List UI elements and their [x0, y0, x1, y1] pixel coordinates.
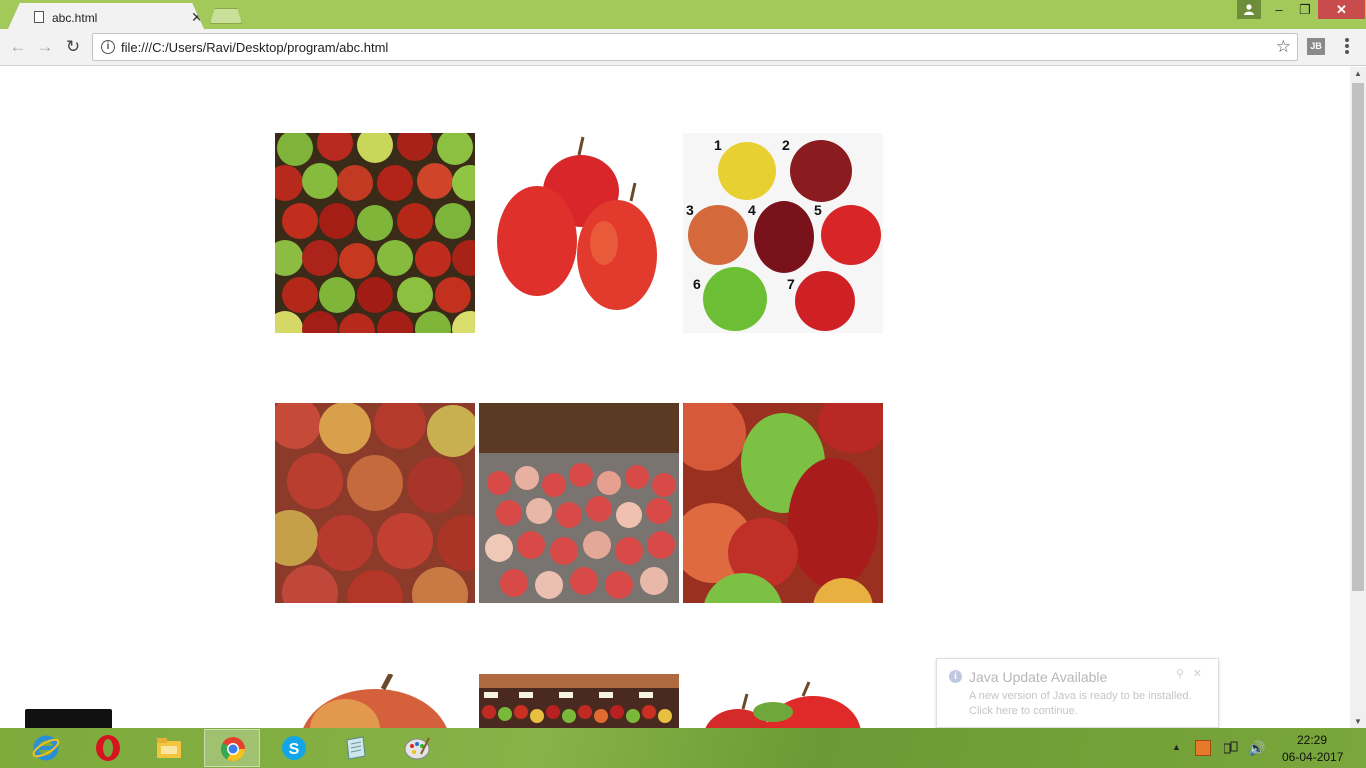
tab-close-icon[interactable]: ✕ — [191, 9, 203, 26]
clock-date[interactable]: 06-04-2017 — [1282, 750, 1343, 764]
close-window-button[interactable]: ✕ — [1318, 0, 1365, 19]
apple-label-4: 4 — [748, 202, 756, 218]
notification-link[interactable]: Click here to continue. — [969, 705, 1078, 717]
paint-icon[interactable] — [389, 729, 445, 767]
browser-tab[interactable]: abc.html ✕ — [8, 3, 204, 29]
reload-button[interactable]: ↻ — [63, 37, 83, 57]
apple-photo-4 — [275, 403, 475, 603]
scroll-thumb[interactable] — [1352, 83, 1364, 591]
tab-title: abc.html — [52, 11, 98, 25]
page-scrollbar[interactable]: ▲ ▼ — [1350, 67, 1366, 728]
apple-label-5: 5 — [814, 202, 822, 218]
back-button[interactable]: ← — [8, 37, 28, 57]
page-content: 1 2 3 4 5 6 7 i Java Update Available A … — [0, 67, 1350, 728]
forward-button[interactable]: → — [35, 37, 55, 57]
chrome-menu-icon[interactable] — [1340, 36, 1354, 56]
overlay-toolbar[interactable] — [25, 709, 112, 728]
windows-taskbar: S — [0, 728, 1366, 768]
file-explorer-icon[interactable] — [141, 729, 197, 767]
volume-icon[interactable]: 🔊 — [1248, 740, 1265, 757]
network-icon[interactable] — [1224, 741, 1238, 755]
skype-icon[interactable]: S — [266, 729, 322, 767]
chrome-icon[interactable] — [204, 729, 260, 767]
pin-icon[interactable]: ⚲ — [1176, 667, 1184, 680]
internet-explorer-icon[interactable] — [18, 729, 74, 767]
show-hidden-icons-chevron-icon[interactable]: ▲ — [1172, 742, 1181, 752]
url-text[interactable]: file:///C:/Users/Ravi/Desktop/program/ab… — [121, 40, 388, 55]
notes-app-icon[interactable] — [327, 729, 383, 767]
scroll-down-arrow[interactable]: ▼ — [1350, 717, 1366, 726]
apple-photo-6 — [683, 403, 883, 603]
java-tray-icon[interactable] — [1195, 740, 1211, 756]
title-bar: abc.html ✕ – ❐ ✕ — [0, 0, 1366, 29]
apple-photo-9 — [683, 674, 883, 728]
minimize-button[interactable]: – — [1266, 0, 1292, 19]
person-icon — [1244, 4, 1254, 15]
apple-photo-1 — [275, 133, 475, 333]
apple-label-6: 6 — [693, 276, 701, 292]
browser-toolbar: ← → ↻ i file:///C:/Users/Ravi/Desktop/pr… — [0, 29, 1366, 66]
apple-photo-7 — [275, 674, 475, 728]
apple-varieties-photo: 1 2 3 4 5 6 7 — [683, 133, 883, 333]
svg-text:S: S — [289, 741, 300, 758]
apple-store-photo — [479, 674, 679, 728]
address-bar[interactable]: i file:///C:/Users/Ravi/Desktop/program/… — [92, 33, 1298, 61]
apple-label-2: 2 — [782, 137, 790, 153]
apple-photo-2 — [479, 133, 679, 333]
apple-label-1: 1 — [714, 137, 722, 153]
document-icon — [34, 11, 44, 23]
bookmark-star-icon[interactable]: ☆ — [1276, 37, 1291, 57]
java-update-notification[interactable]: i Java Update Available A new version of… — [936, 658, 1219, 728]
clock-time[interactable]: 22:29 — [1297, 733, 1327, 747]
restore-button[interactable]: ❐ — [1292, 0, 1318, 19]
apple-label-7: 7 — [787, 276, 795, 292]
apple-market-photo — [479, 403, 679, 603]
new-tab-button[interactable] — [210, 8, 242, 24]
notification-close-icon[interactable]: ✕ — [1193, 667, 1202, 680]
notification-message: A new version of Java is ready to be ins… — [969, 690, 1192, 702]
notification-title: Java Update Available — [969, 669, 1108, 685]
scroll-up-arrow[interactable]: ▲ — [1350, 69, 1366, 78]
apple-label-3: 3 — [686, 202, 694, 218]
opera-icon[interactable] — [80, 729, 136, 767]
extension-icon[interactable]: JB — [1307, 38, 1325, 55]
profile-button[interactable] — [1237, 0, 1261, 19]
info-icon[interactable]: i — [101, 40, 115, 54]
info-icon: i — [949, 670, 962, 683]
